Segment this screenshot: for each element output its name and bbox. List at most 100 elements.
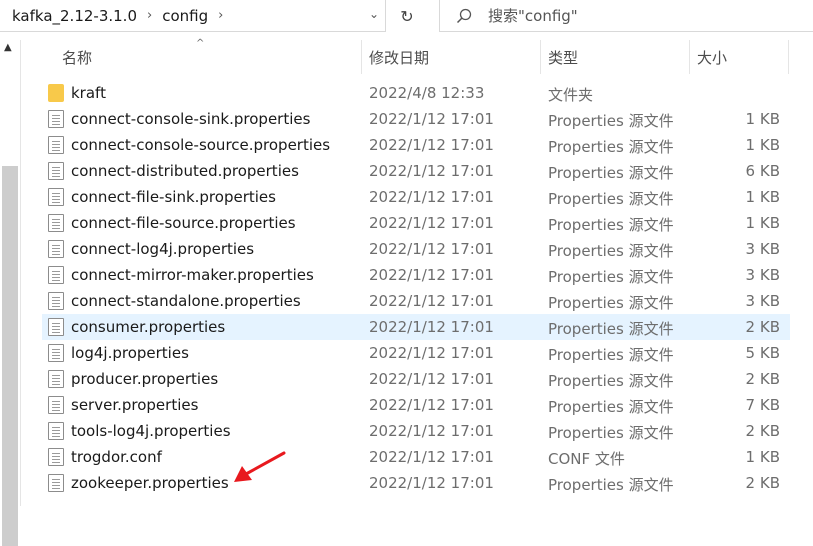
- column-header-name[interactable]: 名称: [62, 40, 360, 74]
- column-divider[interactable]: [361, 40, 362, 74]
- file-row[interactable]: kraft 2022/4/8 12:33 文件夹: [42, 80, 790, 106]
- file-row[interactable]: connect-console-sink.properties 2022/1/12…: [42, 106, 790, 132]
- breadcrumb-config[interactable]: config: [158, 7, 212, 25]
- scrollbar-thumb[interactable]: [2, 166, 18, 546]
- file-icon: [48, 370, 64, 388]
- column-divider[interactable]: [540, 40, 541, 74]
- file-icon: [48, 474, 64, 492]
- file-row[interactable]: tools-log4j.properties 2022/1/12 17:01 Pro…: [42, 418, 790, 444]
- file-date: 2022/1/12 17:01: [369, 344, 494, 362]
- refresh-icon: ↻: [400, 6, 414, 26]
- column-header-date[interactable]: 修改日期: [369, 40, 539, 74]
- file-row[interactable]: connect-mirror-maker.properties 2022/1/12…: [42, 262, 790, 288]
- search-input[interactable]: 搜索"config": [488, 5, 578, 26]
- file-date: 2022/1/12 17:01: [369, 110, 494, 128]
- file-size: 5 KB: [745, 344, 780, 362]
- file-row[interactable]: connect-distributed.properties 2022/1/12 …: [42, 158, 790, 184]
- file-name: connect-file-source.properties: [71, 214, 296, 232]
- file-size: 3 KB: [745, 266, 780, 284]
- file-type: Properties 源文件: [548, 112, 674, 130]
- file-date: 2022/1/12 17:01: [369, 214, 494, 232]
- file-size: 2 KB: [745, 318, 780, 336]
- file-size: 7 KB: [745, 396, 780, 414]
- column-header-size[interactable]: 大小: [697, 40, 787, 74]
- column-divider[interactable]: [788, 40, 789, 74]
- address-bar[interactable]: kafka_2.12-3.1.0 › config › ⌄: [0, 0, 386, 32]
- file-name: tools-log4j.properties: [71, 422, 231, 440]
- file-date: 2022/1/12 17:01: [369, 136, 494, 154]
- annotation-arrow-icon: [234, 451, 286, 482]
- file-icon: [48, 136, 64, 154]
- file-row[interactable]: connect-standalone.properties 2022/1/12 1…: [42, 288, 790, 314]
- file-date: 2022/1/12 17:01: [369, 266, 494, 284]
- file-icon: [48, 448, 64, 466]
- file-row[interactable]: connect-console-source.properties 2022/1/…: [42, 132, 790, 158]
- file-size: 3 KB: [745, 292, 780, 310]
- file-name: producer.properties: [71, 370, 219, 388]
- file-icon: [48, 422, 64, 440]
- file-size: 1 KB: [745, 110, 780, 128]
- file-size: 1 KB: [745, 448, 780, 466]
- file-date: 2022/1/12 17:01: [369, 474, 494, 492]
- file-name: connect-file-sink.properties: [71, 188, 276, 206]
- address-dropdown-icon[interactable]: ⌄: [369, 7, 379, 21]
- file-list: kraft 2022/4/8 12:33 文件夹 connect-console-si…: [42, 80, 790, 496]
- file-size: 6 KB: [745, 162, 780, 180]
- file-date: 2022/1/12 17:01: [369, 422, 494, 440]
- breadcrumb-separator-icon[interactable]: ›: [212, 8, 229, 23]
- file-date: 2022/1/12 17:01: [369, 292, 494, 310]
- file-date: 2022/1/12 17:01: [369, 240, 494, 258]
- file-type: Properties 源文件: [548, 268, 674, 286]
- column-header-type[interactable]: 类型: [548, 40, 688, 74]
- breadcrumb-kafka[interactable]: kafka_2.12-3.1.0: [0, 7, 141, 25]
- file-date: 2022/1/12 17:01: [369, 370, 494, 388]
- file-type: Properties 源文件: [548, 242, 674, 260]
- column-divider[interactable]: [689, 40, 690, 74]
- file-row[interactable]: connect-file-sink.properties 2022/1/12 17…: [42, 184, 790, 210]
- file-name: connect-console-source.properties: [71, 136, 331, 154]
- pane-divider: [20, 40, 21, 506]
- file-row[interactable]: producer.properties 2022/1/12 17:01 Proper…: [42, 366, 790, 392]
- file-name: trogdor.conf: [71, 448, 162, 466]
- file-type: 文件夹: [548, 86, 594, 104]
- file-icon: [48, 110, 64, 128]
- file-type: Properties 源文件: [548, 138, 674, 156]
- file-icon: [48, 344, 64, 362]
- navigation-scrollbar[interactable]: ▲: [0, 40, 20, 546]
- file-row[interactable]: consumer.properties 2022/1/12 17:01 Proper…: [42, 314, 790, 340]
- file-row[interactable]: connect-file-source.properties 2022/1/12 …: [42, 210, 790, 236]
- file-name: consumer.properties: [71, 318, 226, 336]
- file-type: Properties 源文件: [548, 294, 674, 312]
- file-icon: [48, 240, 64, 258]
- file-name: kraft: [71, 84, 106, 102]
- file-date: 2022/1/12 17:01: [369, 396, 494, 414]
- file-type: Properties 源文件: [548, 190, 674, 208]
- file-row[interactable]: connect-log4j.properties 2022/1/12 17:01 P…: [42, 236, 790, 262]
- scroll-up-icon[interactable]: ▲: [4, 42, 12, 53]
- file-row[interactable]: trogdor.conf 2022/1/12 17:01 CONF 文件 1 KB: [42, 444, 790, 470]
- breadcrumb-separator-icon[interactable]: ›: [141, 8, 158, 23]
- file-name: server.properties: [71, 396, 199, 414]
- search-box[interactable]: 搜索"config": [439, 0, 813, 32]
- file-type: Properties 源文件: [548, 424, 674, 442]
- file-date: 2022/1/12 17:01: [369, 448, 494, 466]
- file-type: Properties 源文件: [548, 346, 674, 364]
- file-name: connect-console-sink.properties: [71, 110, 311, 128]
- file-type: Properties 源文件: [548, 476, 674, 494]
- file-type: Properties 源文件: [548, 398, 674, 416]
- refresh-button[interactable]: ↻: [389, 0, 425, 32]
- file-name: connect-standalone.properties: [71, 292, 301, 310]
- file-type: Properties 源文件: [548, 320, 674, 338]
- file-icon: [48, 162, 64, 180]
- file-row[interactable]: zookeeper.properties 2022/1/12 17:01 Prope…: [42, 470, 790, 496]
- file-size: 1 KB: [745, 214, 780, 232]
- file-size: 3 KB: [745, 240, 780, 258]
- file-type: Properties 源文件: [548, 216, 674, 234]
- file-icon: [48, 292, 64, 310]
- file-name: connect-log4j.properties: [71, 240, 255, 258]
- file-name: connect-mirror-maker.properties: [71, 266, 314, 284]
- file-row[interactable]: server.properties 2022/1/12 17:01 Properti…: [42, 392, 790, 418]
- file-icon: [48, 396, 64, 414]
- file-size: 2 KB: [745, 474, 780, 492]
- file-row[interactable]: log4j.properties 2022/1/12 17:01 Propertie…: [42, 340, 790, 366]
